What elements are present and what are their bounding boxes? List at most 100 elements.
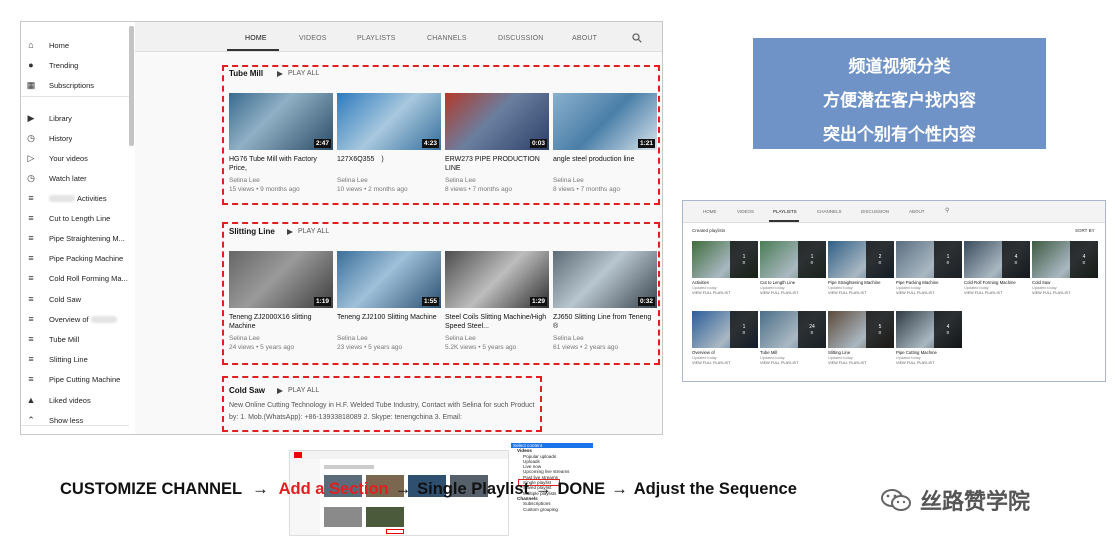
play-all-button[interactable]: PLAY ALL [277,387,319,394]
video-channel[interactable]: Selina Lee [229,335,333,342]
sort-by-button[interactable]: SORT BY [1075,228,1095,233]
video-card[interactable]: 1:55 Teneng ZJ2100 Slitting Machine Selina… [337,251,441,351]
playlist-title[interactable]: Pipe Straightening Machine [828,280,894,285]
mini-search-icon[interactable]: ⚲ [945,207,949,214]
view-full-playlist-link[interactable]: VIEW FULL PLAYLIST [896,291,962,295]
playlist-title[interactable]: Cold Roll Forming Machine [964,280,1030,285]
playlist-card[interactable]: 1 ≡ Overview of Updated today VIEW FULL PLAY… [692,311,758,365]
view-full-playlist-link[interactable]: VIEW FULL PLAYLIST [964,291,1030,295]
video-thumbnail[interactable]: 0:03 [445,93,549,150]
video-channel[interactable]: Selina Lee [337,335,441,342]
video-channel[interactable]: Selina Lee [445,335,549,342]
tab-home[interactable]: HOME [245,35,267,42]
playlist-thumbnail[interactable]: 1 ≡ [692,241,758,278]
mini-tab-videos[interactable]: VIDEOS [737,209,754,214]
sidebar-item[interactable]: ▷ Your videos [21,148,129,168]
sidebar-item[interactable]: ≡ Cut to Length Line [21,208,129,228]
playlist-title[interactable]: Activities [692,280,758,285]
playlist-card[interactable]: 24 ≡ Tube Mill Updated today VIEW FULL PLAYL… [760,311,826,365]
video-card[interactable]: 4:23 127X6Q355 ) Selina Lee 10 views • 2 mo… [337,93,441,193]
mini-tab-discussion[interactable]: DISCUSSION [861,209,889,214]
video-channel[interactable]: Selina Lee [229,177,333,184]
mini-tab-channels[interactable]: CHANNELS [817,209,842,214]
video-title[interactable]: ERW273 PIPE PRODUCTION LINE [445,155,549,175]
playlist-card[interactable]: 2 ≡ Pipe Straightening Machine Updated toda… [828,241,894,295]
video-title[interactable]: Teneng ZJ2000X16 slitting Machine [229,313,333,333]
view-full-playlist-link[interactable]: VIEW FULL PLAYLIST [692,291,758,295]
playlist-card[interactable]: 4 ≡ Cold Saw Updated today VIEW FULL PLAYLIS… [1032,241,1098,295]
playlist-title[interactable]: Pipe Cutting Machine [896,350,962,355]
playlist-title[interactable]: Pipe Packing Machine [896,280,962,285]
video-card[interactable]: 1:21 angle steel production line Selina Le… [553,93,657,193]
playlist-title[interactable]: Cut to Length Line [760,280,826,285]
video-thumbnail[interactable]: 4:23 [337,93,441,150]
tab-playlists[interactable]: PLAYLISTS [357,35,396,42]
playlist-thumbnail[interactable]: 24 ≡ [760,311,826,348]
video-card[interactable]: 2:47 HG76 Tube Mill with Factory Price, Se… [229,93,333,193]
section-title[interactable]: Tube Mill [229,69,263,78]
add-section-button-highlight[interactable] [386,529,404,534]
view-full-playlist-link[interactable]: VIEW FULL PLAYLIST [828,291,894,295]
mini-tab-home[interactable]: HOME [703,209,717,214]
sidebar-item[interactable]: ● Trending [21,55,129,75]
mini-tab-playlists[interactable]: PLAYLISTS [773,209,797,214]
video-card[interactable]: 1:29 Steel Coils Slitting Machine/High Sp… [445,251,549,351]
sidebar-item[interactable]: ▲ Liked videos [21,390,129,410]
view-full-playlist-link[interactable]: VIEW FULL PLAYLIST [896,361,962,365]
playlist-title[interactable]: Overview of [692,350,758,355]
tab-channels[interactable]: CHANNELS [427,35,467,42]
section-title[interactable]: Slitting Line [229,227,275,236]
sidebar-item[interactable]: ◷ Watch later [21,168,129,188]
sidebar-item[interactable]: ≡ Slitting Line [21,349,129,369]
menu-item[interactable]: Custom grouping [511,507,593,512]
section-title[interactable]: Cold Saw [229,386,265,395]
video-channel[interactable]: Selina Lee [337,177,441,184]
playlist-title[interactable]: Cold Saw [1032,280,1098,285]
playlist-title[interactable]: Slitting Line [828,350,894,355]
sidebar-item[interactable]: ≡ Cold Roll Forming Ma... [21,268,129,288]
sidebar-item[interactable]: ▦ Subscriptions [21,75,129,95]
sidebar-item[interactable]: ◷ History [21,128,129,148]
sidebar-item[interactable]: ≡ Cold Saw [21,289,129,309]
playlist-card[interactable]: 1 ≡ Cut to Length Line Updated today VIEW FU… [760,241,826,295]
play-all-button[interactable]: PLAY ALL [277,70,319,77]
sidebar-item[interactable]: ▶ Library [21,108,129,128]
view-full-playlist-link[interactable]: VIEW FULL PLAYLIST [760,361,826,365]
video-thumbnail[interactable]: 1:55 [337,251,441,308]
sidebar-item[interactable]: ≡ Pipe Cutting Machine [21,369,129,389]
playlist-thumbnail[interactable]: 2 ≡ [828,241,894,278]
video-channel[interactable]: Selina Lee [445,177,549,184]
video-thumbnail[interactable]: 1:21 [553,93,657,150]
video-title[interactable]: ZJ650 Slitting Line from Teneng ® [553,313,657,333]
video-title[interactable]: Teneng ZJ2100 Slitting Machine [337,313,441,333]
view-full-playlist-link[interactable]: VIEW FULL PLAYLIST [1032,291,1098,295]
playlist-card[interactable]: 4 ≡ Cold Roll Forming Machine Updated today… [964,241,1030,295]
playlist-thumbnail[interactable]: 4 ≡ [1032,241,1098,278]
play-all-button[interactable]: PLAY ALL [287,228,329,235]
playlist-card[interactable]: 5 ≡ Slitting Line Updated today VIEW FULL PL… [828,311,894,365]
video-title[interactable]: angle steel production line [553,155,657,175]
video-card[interactable]: 1:19 Teneng ZJ2000X16 slitting Machine Sel… [229,251,333,351]
video-title[interactable]: HG76 Tube Mill with Factory Price, [229,155,333,175]
playlist-thumbnail[interactable]: 4 ≡ [964,241,1030,278]
search-icon[interactable] [632,33,642,46]
sidebar-item[interactable]: ≡ Pipe Packing Machine [21,248,129,268]
playlist-card[interactable]: 4 ≡ Pipe Cutting Machine Updated today VIEW … [896,311,962,365]
playlist-card[interactable]: 1 ≡ Pipe Packing Machine Updated today VIEW … [896,241,962,295]
video-title[interactable]: Steel Coils Slitting Machine/High Speed … [445,313,549,333]
playlist-thumbnail[interactable]: 1 ≡ [896,241,962,278]
sidebar-item[interactable]: ≡ Pipe Straightening M... [21,228,129,248]
video-card[interactable]: 0:03 ERW273 PIPE PRODUCTION LINE Selina Le… [445,93,549,193]
sidebar-item[interactable]: ≡ Tube Mill [21,329,129,349]
sidebar-item[interactable]: ≡ Activities [21,188,129,208]
sidebar-item[interactable]: ≡ Overview of [21,309,129,329]
video-channel[interactable]: Selina Lee [553,335,657,342]
video-thumbnail[interactable]: 1:19 [229,251,333,308]
sidebar-item[interactable]: ⌂ Home [21,35,129,55]
video-thumbnail[interactable]: 1:29 [445,251,549,308]
video-card[interactable]: 0:32 ZJ650 Slitting Line from Teneng ® Sel… [553,251,657,351]
view-full-playlist-link[interactable]: VIEW FULL PLAYLIST [760,291,826,295]
sidebar-item[interactable]: ⌃ Show less [21,410,129,430]
playlist-thumbnail[interactable]: 1 ≡ [760,241,826,278]
tab-videos[interactable]: VIDEOS [299,35,327,42]
